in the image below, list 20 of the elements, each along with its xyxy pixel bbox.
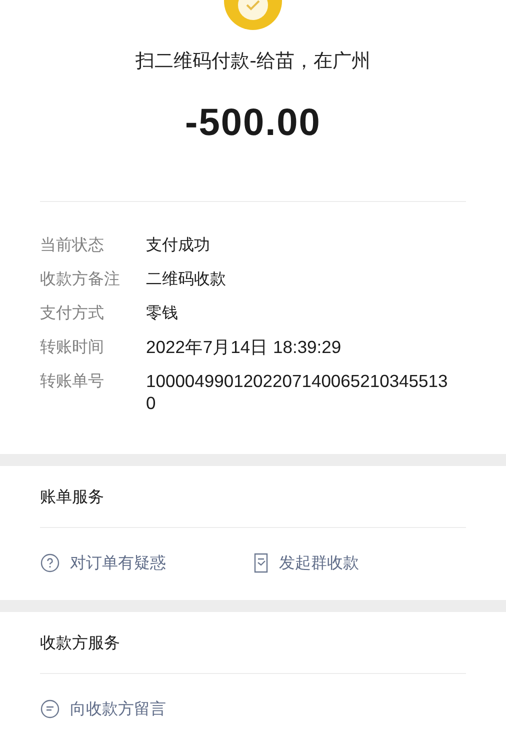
- service-link[interactable]: 对订单有疑惑: [70, 552, 166, 574]
- detail-label: 转账单号: [40, 370, 105, 392]
- detail-value: 零钱: [146, 302, 178, 324]
- receipt-icon: [253, 553, 269, 573]
- section-title: 收款方服务: [40, 612, 466, 674]
- detail-value: 二维码收款: [146, 268, 226, 290]
- service-link[interactable]: 向收款方留言: [70, 698, 166, 720]
- amount: -500.00: [185, 102, 321, 145]
- detail-value: 2022年7月14日 18:39:29: [146, 336, 342, 358]
- message-icon: [40, 699, 60, 719]
- detail-value: 支付成功: [146, 234, 210, 256]
- detail-label: 当前状态: [40, 234, 105, 256]
- question-circle-icon: [40, 553, 60, 573]
- section-title: 账单服务: [40, 466, 466, 528]
- detail-label: 转账时间: [40, 336, 105, 358]
- detail-label: 支付方式: [40, 302, 105, 324]
- service-link[interactable]: 发起群收款: [279, 552, 359, 574]
- detail-value: 10000499012022071400652103455130: [146, 370, 448, 414]
- detail-label: 收款方备注: [40, 268, 121, 290]
- payment-title: 扫二维码付款-给苗，在广州: [136, 49, 370, 74]
